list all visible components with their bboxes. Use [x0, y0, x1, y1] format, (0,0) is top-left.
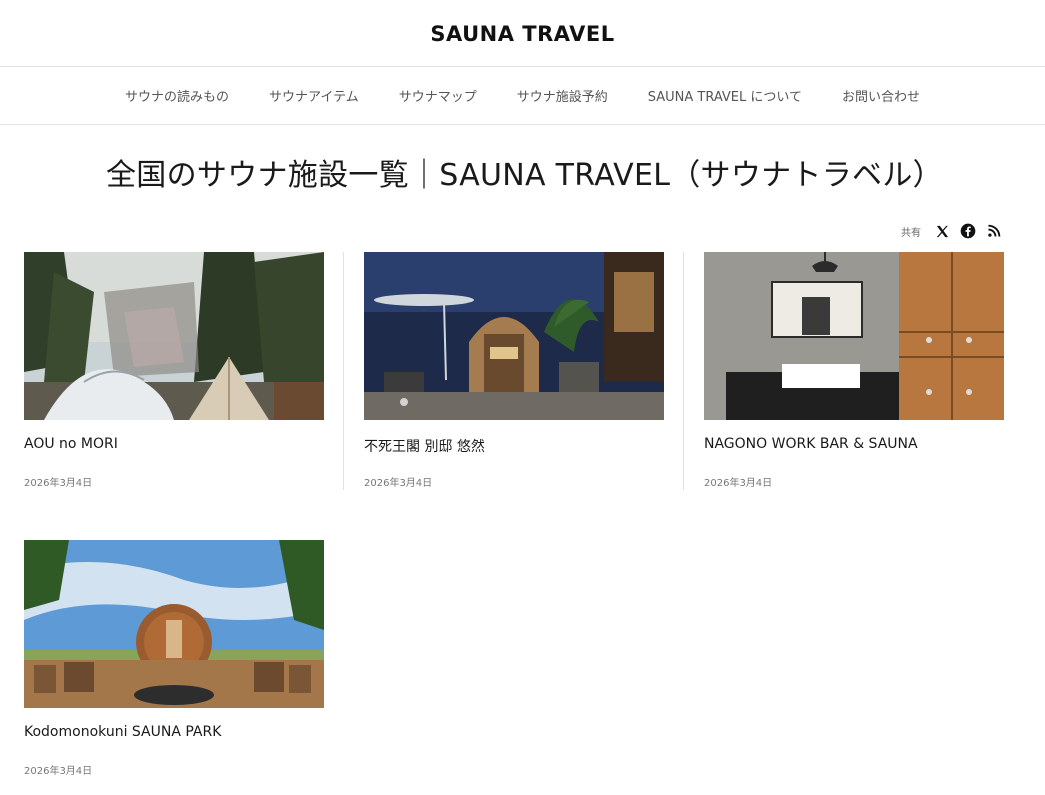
share-label: 共有 [901, 227, 921, 239]
share-bar: 共有 [901, 222, 1003, 240]
nav-item-contact[interactable]: お問い合わせ [822, 86, 940, 105]
post-title[interactable]: 不死王閣 別邸 悠然 [364, 436, 664, 456]
nav-item-about[interactable]: SAUNA TRAVEL について [628, 86, 822, 105]
site-header: SAUNA TRAVEL [0, 0, 1045, 67]
post-title[interactable]: Kodomonokuni SAUNA PARK [24, 724, 324, 744]
post-card[interactable]: NAGONO WORK BAR & SAUNA 2026年3月4日 [704, 252, 1004, 489]
post-date: 2026年3月4日 [24, 766, 93, 777]
page-title: 全国のサウナ施設一覧｜SAUNA TRAVEL（サウナトラベル） [106, 158, 943, 193]
post-date: 2026年3月4日 [704, 478, 773, 489]
nav-item-reading[interactable]: サウナの読みもの [105, 86, 249, 105]
site-title[interactable]: SAUNA TRAVEL [430, 20, 614, 46]
nav-item-map[interactable]: サウナマップ [379, 86, 497, 105]
post-thumbnail[interactable] [364, 252, 664, 420]
card-divider [683, 252, 684, 490]
nav-item-items[interactable]: サウナアイテム [249, 86, 379, 105]
post-card[interactable]: 不死王閣 別邸 悠然 2026年3月4日 [364, 252, 664, 489]
post-date: 2026年3月4日 [364, 478, 433, 489]
global-nav: サウナの読みもの サウナアイテム サウナマップ サウナ施設予約 SAUNA TR… [0, 67, 1045, 125]
post-thumbnail[interactable] [24, 252, 324, 420]
rss-icon[interactable] [985, 222, 1003, 240]
post-thumbnail[interactable] [24, 540, 324, 708]
nav-item-booking[interactable]: サウナ施設予約 [497, 86, 628, 105]
post-card[interactable]: Kodomonokuni SAUNA PARK 2026年3月4日 [24, 540, 324, 777]
post-date: 2026年3月4日 [24, 478, 93, 489]
post-thumbnail[interactable] [704, 252, 1004, 420]
post-title[interactable]: NAGONO WORK BAR & SAUNA [704, 436, 1004, 456]
post-card[interactable]: AOU no MORI 2026年3月4日 [24, 252, 324, 489]
facebook-icon[interactable] [959, 222, 977, 240]
x-icon[interactable] [933, 222, 951, 240]
card-divider [343, 252, 344, 490]
post-title[interactable]: AOU no MORI [24, 436, 324, 456]
